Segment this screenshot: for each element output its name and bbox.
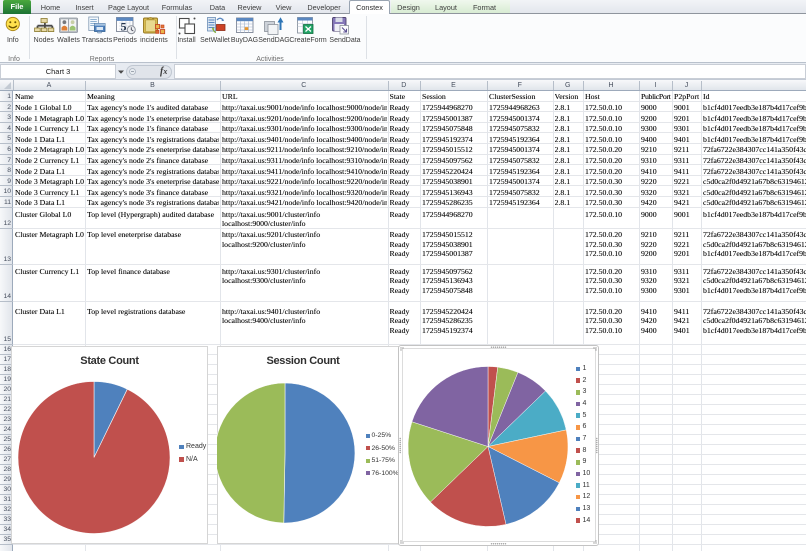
svg-text:5: 5 bbox=[121, 20, 127, 34]
